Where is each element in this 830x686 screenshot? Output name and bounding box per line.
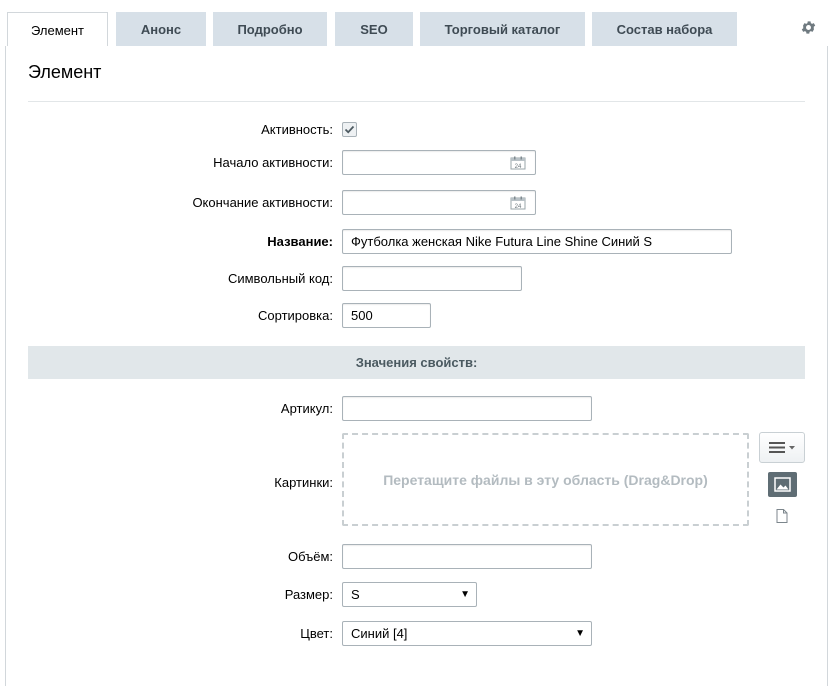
- article-input[interactable]: [342, 396, 592, 421]
- active-label: Активность:: [261, 122, 333, 137]
- calendar-icon[interactable]: 24: [510, 156, 526, 170]
- name-label: Название:: [267, 234, 333, 249]
- tab-announce[interactable]: Анонс: [116, 12, 206, 46]
- properties-header: Значения свойств:: [28, 346, 805, 379]
- chevron-down-icon: ▼: [460, 589, 470, 600]
- sort-input[interactable]: 500: [342, 303, 431, 328]
- color-select-value: Синий [4]: [351, 626, 408, 641]
- image-icon: [774, 477, 791, 492]
- size-select-value: S: [351, 587, 360, 602]
- tab-detail[interactable]: Подробно: [213, 12, 327, 46]
- chevron-down-icon: ▼: [575, 628, 585, 639]
- pictures-label: Картинки:: [274, 475, 333, 490]
- sort-label: Сортировка:: [258, 308, 333, 323]
- color-label: Цвет:: [300, 626, 333, 641]
- checkmark-icon: [344, 125, 355, 134]
- code-input[interactable]: [342, 266, 522, 291]
- file-dropzone[interactable]: Перетащите файлы в эту область (Drag&Dro…: [342, 433, 749, 526]
- volume-input[interactable]: [342, 544, 592, 569]
- active-from-label: Начало активности:: [213, 155, 333, 170]
- volume-label: Объём:: [287, 549, 333, 564]
- size-select[interactable]: S ▼: [342, 582, 477, 607]
- code-label: Символьный код:: [227, 271, 333, 286]
- name-input[interactable]: Футболка женская Nike Futura Line Shine …: [342, 229, 732, 254]
- tab-element[interactable]: Элемент: [7, 12, 108, 47]
- active-checkbox[interactable]: [342, 122, 357, 137]
- tab-seo[interactable]: SEO: [335, 12, 413, 46]
- active-to-label: Окончание активности:: [192, 195, 333, 210]
- active-to-input[interactable]: [342, 190, 536, 215]
- calendar-icon[interactable]: 24: [510, 196, 526, 210]
- svg-text:24: 24: [515, 164, 522, 170]
- tab-set-composition[interactable]: Состав набора: [592, 12, 737, 46]
- menu-button[interactable]: [759, 432, 805, 463]
- image-button[interactable]: [768, 472, 797, 497]
- file-icon[interactable]: [776, 509, 788, 523]
- gear-icon[interactable]: [800, 19, 817, 36]
- svg-text:24: 24: [515, 204, 522, 210]
- menu-lines-icon: [769, 442, 795, 453]
- tab-trade-catalog[interactable]: Торговый каталог: [420, 12, 585, 46]
- color-select[interactable]: Синий [4] ▼: [342, 621, 592, 646]
- divider: [28, 101, 805, 102]
- article-label: Артикул:: [280, 401, 333, 416]
- section-title: Элемент: [28, 62, 102, 82]
- size-label: Размер:: [284, 587, 333, 602]
- tab-bar: Элемент Анонс Подробно SEO Торговый ката…: [0, 0, 830, 47]
- active-from-input[interactable]: [342, 150, 536, 175]
